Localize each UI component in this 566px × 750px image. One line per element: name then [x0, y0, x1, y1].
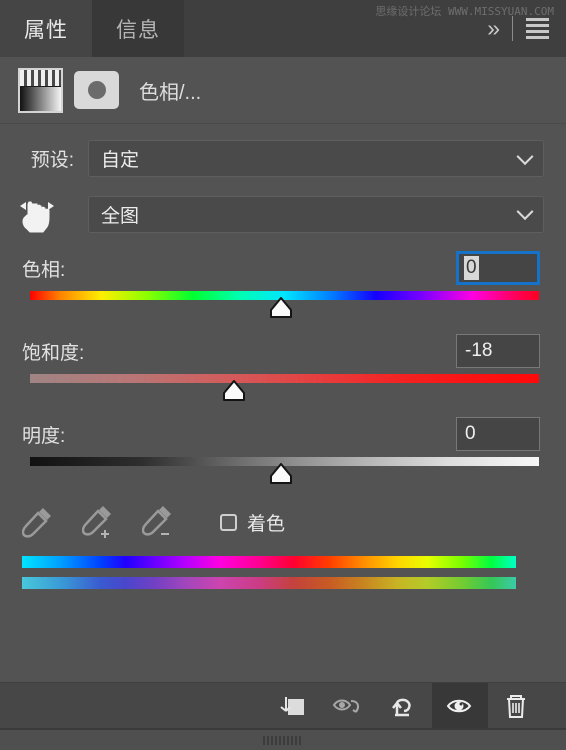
toggle-preview-button[interactable] [320, 683, 376, 729]
hue-slider-group: 色相: 0 [0, 249, 566, 318]
properties-body: 预设: 自定 全图 色相: 0 饱和度: -18 明度: 0 着色 [0, 140, 566, 589]
hue-input[interactable]: 0 [456, 251, 540, 285]
hue-saturation-thumbnail-icon[interactable] [18, 67, 63, 113]
preset-row: 预设: 自定 [0, 140, 566, 177]
saturation-thumb[interactable] [221, 380, 247, 402]
spectrum-bars [0, 544, 566, 589]
panel-controls: » [481, 0, 566, 57]
collapse-panel-icon[interactable]: » [481, 17, 503, 40]
saturation-input[interactable]: -18 [456, 334, 540, 368]
preset-label: 预设: [30, 150, 74, 171]
lightness-thumb[interactable] [268, 463, 294, 485]
range-select[interactable]: 全图 [88, 195, 544, 233]
visibility-button[interactable] [432, 682, 488, 729]
lightness-input[interactable]: 0 [456, 417, 540, 451]
hue-thumb[interactable] [268, 297, 294, 319]
colorize-checkbox-group[interactable]: 着色 [220, 509, 285, 536]
eyedropper-add-icon[interactable] [81, 504, 116, 540]
tab-info-label: 信息 [116, 18, 160, 42]
saturation-label: 饱和度: [22, 342, 85, 364]
lightness-label: 明度: [22, 425, 66, 447]
chevron-down-icon [516, 203, 534, 221]
panel-tab-bar: 属性 信息 » 思缘设计论坛 WWW.MISSYUAN.COM [0, 0, 566, 57]
lightness-slider-group: 明度: 0 [0, 415, 566, 484]
range-row: 全图 [0, 193, 566, 235]
tab-properties-label: 属性 [24, 18, 68, 42]
colorize-label: 着色 [247, 513, 286, 535]
bottom-toolbar [0, 682, 566, 729]
reset-button[interactable] [376, 683, 432, 729]
result-color-spectrum[interactable] [22, 577, 516, 589]
chevron-down-icon [516, 147, 534, 165]
on-image-adjust-icon[interactable] [0, 193, 88, 235]
hue-slider[interactable] [22, 288, 540, 318]
grip-lines-icon [263, 735, 303, 745]
control-divider [512, 16, 513, 41]
saturation-slider-group: 饱和度: -18 [0, 332, 566, 401]
preset-value: 自定 [101, 150, 140, 171]
range-value: 全图 [101, 205, 140, 227]
delete-button[interactable] [488, 683, 544, 729]
hue-label: 色相: [22, 259, 66, 281]
saturation-slider[interactable] [22, 371, 540, 401]
lightness-value: 0 [465, 423, 476, 444]
eyedropper-icon[interactable] [21, 504, 56, 540]
clip-to-layer-button[interactable] [264, 683, 320, 729]
saturation-value: -18 [465, 340, 493, 361]
tab-info[interactable]: 信息 [92, 0, 184, 57]
hue-value: 0 [464, 256, 479, 280]
tab-bar-filler [184, 0, 482, 57]
layer-mask-thumbnail-icon[interactable] [74, 71, 119, 109]
saturation-track[interactable] [30, 374, 539, 383]
tab-properties[interactable]: 属性 [0, 0, 92, 57]
adjustment-layer-header: 色相/... [0, 57, 566, 124]
colorize-checkbox[interactable] [220, 513, 237, 531]
preset-select[interactable]: 自定 [88, 140, 544, 177]
source-color-spectrum[interactable] [22, 556, 516, 568]
eyedropper-subtract-icon[interactable] [141, 504, 176, 540]
page-title: 色相/... [139, 81, 202, 104]
tools-row: 着色 [0, 484, 566, 544]
lightness-slider[interactable] [22, 454, 540, 484]
panel-menu-icon[interactable] [522, 18, 553, 39]
panel-resize-grip[interactable] [0, 728, 566, 750]
